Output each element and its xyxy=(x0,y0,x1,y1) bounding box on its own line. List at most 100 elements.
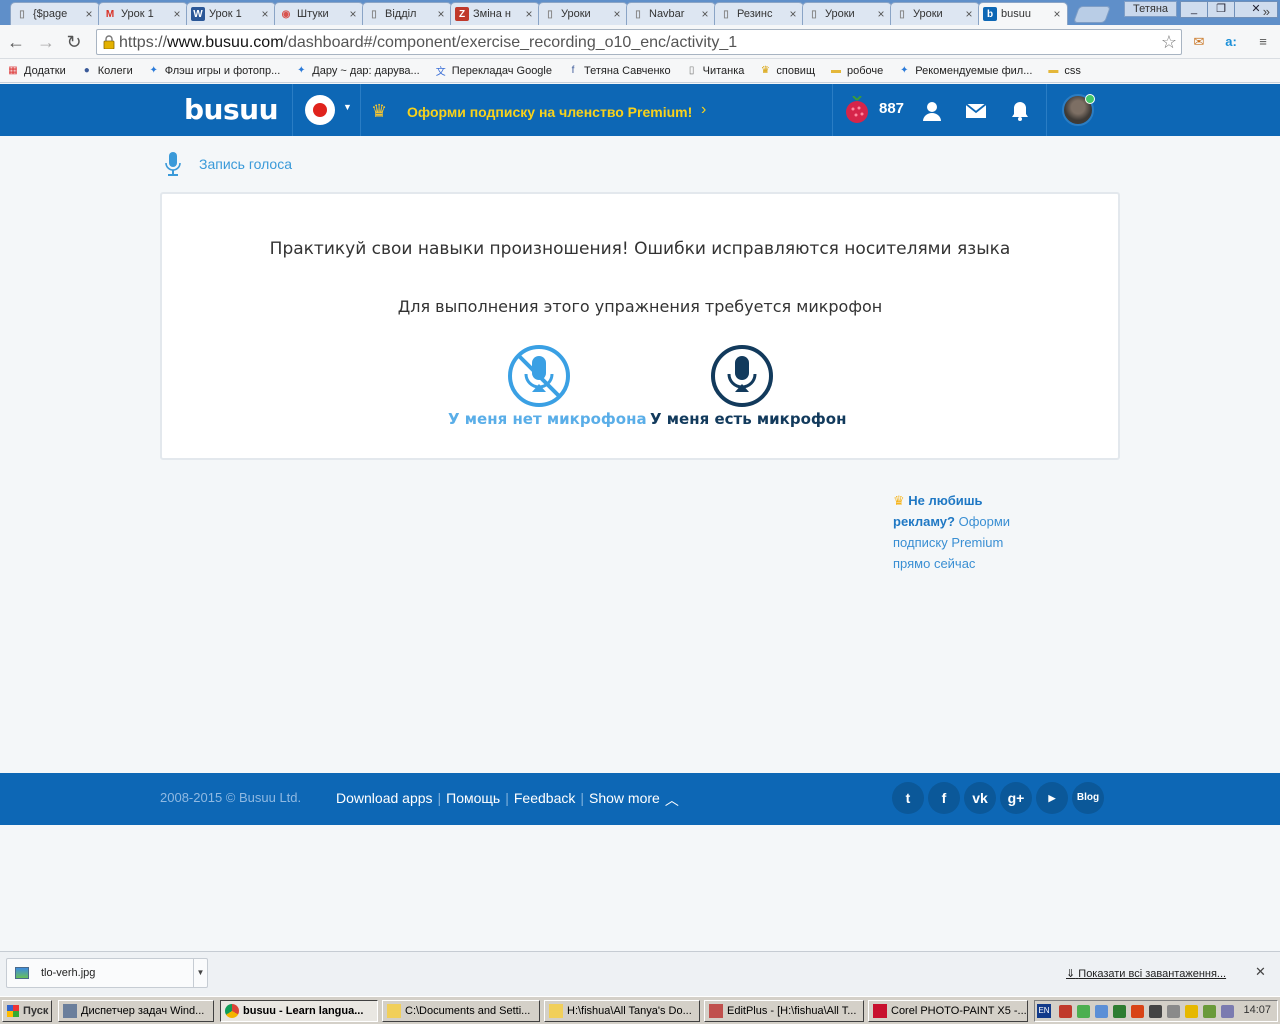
back-arrow-icon[interactable]: ← xyxy=(6,32,26,52)
close-tab-icon[interactable]: × xyxy=(347,7,359,21)
no-microphone-button[interactable]: У меня нет микрофона xyxy=(448,344,647,428)
bookmark-item[interactable]: ✦ Дару ~ дар: дарува... xyxy=(294,64,420,78)
help-link[interactable]: Помощь xyxy=(446,790,500,810)
twitter-icon[interactable]: t xyxy=(892,782,924,814)
facebook-icon[interactable]: f xyxy=(928,782,960,814)
antivirus-icon[interactable] xyxy=(1059,1005,1072,1018)
exercise-card: Практикуй свои навыки произношения! Ошиб… xyxy=(160,192,1120,460)
tray-app-icon[interactable] xyxy=(1221,1005,1234,1018)
address-bar[interactable]: https://www.busuu.com/dashboard#/compone… xyxy=(96,29,1182,55)
vk-icon[interactable]: vk xyxy=(964,782,996,814)
download-apps-link[interactable]: Download apps xyxy=(336,790,433,810)
extension-icon[interactable]: ✉ xyxy=(1190,33,1208,51)
divider: | xyxy=(437,790,442,806)
browser-tab[interactable]: W Урок 1 × xyxy=(186,2,276,25)
volume-icon[interactable] xyxy=(1149,1005,1162,1018)
browser-tab[interactable]: ▯ Navbar × xyxy=(626,2,716,25)
forward-arrow-icon[interactable]: → xyxy=(36,32,56,52)
close-window-button[interactable]: ✕ xyxy=(1234,1,1278,18)
browser-tab[interactable]: ▯ {$page × xyxy=(10,2,100,25)
bookmark-item[interactable]: ▦ Додатки xyxy=(6,64,65,78)
close-tab-icon[interactable]: × xyxy=(875,7,887,21)
taskbar-item[interactable]: EditPlus - [H:\fishua\All T... xyxy=(704,1000,864,1022)
taskbar-item[interactable]: Диспетчер задач Wind... xyxy=(58,1000,214,1022)
profile-button[interactable]: Тетяна xyxy=(1124,1,1178,17)
bookmark-item[interactable]: 文 Перекладач Google xyxy=(434,64,552,79)
taskbar-item[interactable]: busuu - Learn langua... xyxy=(220,1000,378,1022)
browser-tab[interactable]: ▯ Резинс × xyxy=(714,2,804,25)
clock: 14:07 xyxy=(1243,1004,1271,1016)
youtube-icon[interactable]: ▶ xyxy=(1036,782,1068,814)
chevron-down-icon[interactable]: ▼ xyxy=(193,959,207,987)
bookmark-star-icon[interactable]: ☆ xyxy=(1161,32,1177,53)
tab-title: Резинс xyxy=(737,8,773,20)
header-divider xyxy=(292,84,293,136)
network-icon[interactable] xyxy=(1095,1005,1108,1018)
close-tab-icon[interactable]: × xyxy=(523,7,535,21)
close-tab-icon[interactable]: × xyxy=(259,7,271,21)
minimize-button[interactable]: _ xyxy=(1180,1,1208,18)
browser-tab[interactable]: M Урок 1 × xyxy=(98,2,188,25)
premium-upsell-link[interactable]: Оформи подписку на членство Premium! xyxy=(407,104,692,120)
close-tab-icon[interactable]: × xyxy=(611,7,623,21)
taskbar-item[interactable]: Corel PHOTO-PAINT X5 -... xyxy=(868,1000,1028,1022)
show-all-downloads-link[interactable]: ⇓ Показати всі завантаження... xyxy=(1066,967,1226,980)
taskbar-item-label: busuu - Learn langua... xyxy=(243,1005,364,1017)
taskbar-item[interactable]: C:\Documents and Setti... xyxy=(382,1000,540,1022)
has-microphone-button[interactable]: У меня есть микрофон xyxy=(650,344,846,428)
tray-app-icon[interactable] xyxy=(1113,1005,1126,1018)
blog-link[interactable]: Blog xyxy=(1072,782,1104,814)
google-plus-icon[interactable]: g+ xyxy=(1000,782,1032,814)
tray-app-icon[interactable] xyxy=(1131,1005,1144,1018)
folder-icon: ▬ xyxy=(1048,65,1059,76)
breadcrumb-label[interactable]: Запись голоса xyxy=(199,156,292,172)
utorrent-icon[interactable] xyxy=(1077,1005,1090,1018)
bookmark-item[interactable]: ✦ Рекомендуемые фил... xyxy=(897,64,1032,78)
profile-icon[interactable] xyxy=(921,100,943,122)
close-tab-icon[interactable]: × xyxy=(699,7,711,21)
browser-tab[interactable]: ▯ Уроки × xyxy=(802,2,892,25)
tray-app-icon[interactable] xyxy=(1185,1005,1198,1018)
close-tab-icon[interactable]: × xyxy=(787,7,799,21)
bookmark-item[interactable]: ▯ Читанка xyxy=(685,64,745,78)
browser-tab[interactable]: Z Зміна н × xyxy=(450,2,540,25)
browser-tab[interactable]: ◉ Штуки × xyxy=(274,2,364,25)
busuu-logo[interactable]: busuu xyxy=(184,93,279,126)
close-tab-icon[interactable]: × xyxy=(435,7,447,21)
tray-app-icon[interactable] xyxy=(1167,1005,1180,1018)
reload-icon[interactable]: ↻ xyxy=(64,32,84,52)
close-icon[interactable]: ✕ xyxy=(1255,964,1266,980)
start-button[interactable]: Пуск xyxy=(2,1000,52,1022)
bell-icon[interactable] xyxy=(1009,100,1031,122)
bookmark-item[interactable]: ♛ сповищ xyxy=(758,64,815,78)
restore-button[interactable]: ❐ xyxy=(1207,1,1235,18)
divider: | xyxy=(580,790,584,806)
chevron-down-icon[interactable]: ▼ xyxy=(343,102,352,112)
menu-icon[interactable]: ≡ xyxy=(1254,33,1272,51)
browser-tab[interactable]: ▯ Уроки × xyxy=(538,2,628,25)
close-tab-icon[interactable]: × xyxy=(1051,7,1063,21)
taskbar-item[interactable]: H:\fishua\All Tanya's Do... xyxy=(544,1000,700,1022)
bookmark-item[interactable]: ▬ css xyxy=(1046,64,1081,78)
mail-icon[interactable] xyxy=(965,100,987,122)
bookmark-item[interactable]: f Тетяна Савченко xyxy=(566,64,671,78)
translate-extension-icon[interactable]: a: xyxy=(1222,33,1240,51)
close-tab-icon[interactable]: × xyxy=(83,7,95,21)
browser-tab[interactable]: ▯ Відділ × xyxy=(362,2,452,25)
language-indicator[interactable]: EN xyxy=(1037,1004,1051,1018)
chevron-up-icon[interactable]: ︿ xyxy=(665,790,679,810)
new-tab-button[interactable] xyxy=(1072,6,1112,23)
language-flag-icon[interactable] xyxy=(305,95,335,125)
close-tab-icon[interactable]: × xyxy=(963,7,975,21)
close-tab-icon[interactable]: × xyxy=(171,7,183,21)
feedback-link[interactable]: Feedback xyxy=(514,790,575,810)
browser-tab[interactable]: ▯ Уроки × xyxy=(890,2,980,25)
bookmark-item[interactable]: ▬ робоче xyxy=(829,64,883,78)
show-more-link[interactable]: Show more xyxy=(589,790,660,810)
download-item[interactable]: tlo-verh.jpg ▼ xyxy=(6,958,208,988)
browser-tab[interactable]: b busuu × xyxy=(978,2,1068,25)
bookmark-item[interactable]: ● Колеги xyxy=(80,64,133,78)
bookmarks-more-icon[interactable]: » xyxy=(1263,4,1270,19)
tray-app-icon[interactable] xyxy=(1203,1005,1216,1018)
bookmark-item[interactable]: ✦ Флэш игры и фотопр... xyxy=(147,64,281,78)
